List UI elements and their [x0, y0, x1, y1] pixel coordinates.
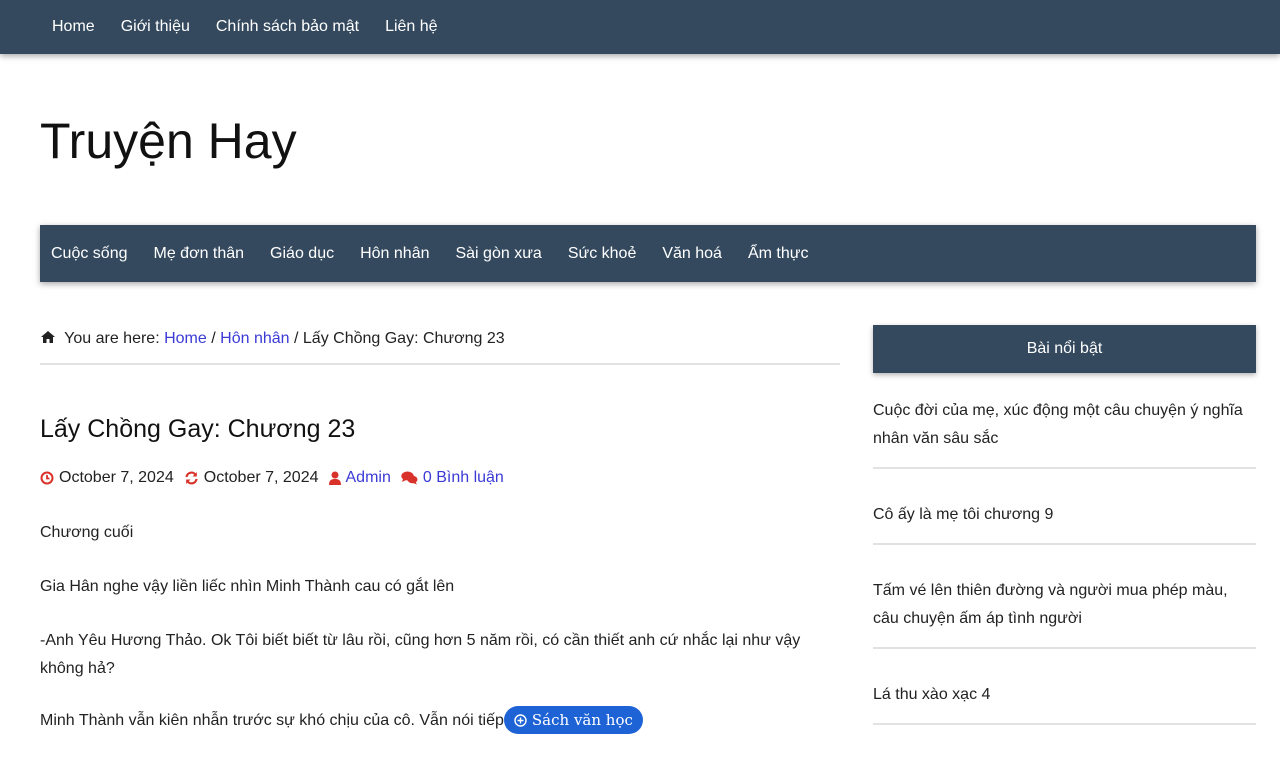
top-nav-link[interactable]: Liên hệ — [385, 18, 438, 35]
paragraph: -Anh Yêu Hương Thảo. Ok Tôi biết biết từ… — [40, 632, 801, 677]
category-item[interactable]: Sài gòn xưa — [455, 245, 541, 263]
breadcrumb-separator: / — [211, 330, 216, 347]
featured-post-link[interactable]: Lá thu xào xạc 4 — [873, 686, 990, 703]
paragraph: Chương cuối — [40, 524, 134, 541]
category-link[interactable]: Mẹ đơn thân — [154, 245, 245, 262]
published-date-text: October 7, 2024 — [59, 469, 174, 486]
featured-post-item[interactable]: Cuộc đời của mẹ, xúc động một câu chuyện… — [873, 397, 1256, 469]
featured-post-item[interactable]: Tấm vé lên thiên đường và người mua phép… — [873, 577, 1256, 649]
category-link[interactable]: Ẩm thực — [748, 245, 809, 262]
top-nav-item-home[interactable]: Home — [52, 18, 95, 36]
top-navigation: Home Giới thiệu Chính sách bảo mật Liên … — [0, 0, 1280, 54]
featured-post-item[interactable]: Cô ấy là mẹ tôi chương 9 — [873, 501, 1256, 545]
book-tag-label: Sách văn học — [531, 711, 633, 729]
published-date: October 7, 2024 — [40, 469, 174, 487]
main-content: You are here: Home / Hôn nhân / Lấy Chồn… — [40, 325, 840, 761]
category-link[interactable]: Sức khoẻ — [568, 245, 637, 262]
top-nav-item-about[interactable]: Giới thiệu — [121, 18, 190, 36]
featured-post-item[interactable]: Lá thu xào xạc 4 — [873, 681, 1256, 725]
featured-posts-title: Bài nổi bật — [873, 325, 1256, 373]
paragraph: Minh Thành vẫn kiên nhẫn trước sự khó ch… — [40, 706, 840, 735]
category-link[interactable]: Văn hoá — [662, 245, 722, 262]
clock-icon — [40, 471, 54, 485]
category-link[interactable]: Giáo dục — [270, 245, 334, 262]
top-nav-list: Home Giới thiệu Chính sách bảo mật Liên … — [0, 0, 1280, 54]
top-nav-item-privacy[interactable]: Chính sách bảo mật — [216, 18, 359, 36]
home-icon — [41, 331, 55, 343]
breadcrumb-separator: / — [293, 330, 299, 347]
category-item[interactable]: Mẹ đơn thân — [154, 245, 245, 263]
featured-post-link[interactable]: Cuộc đời của mẹ, xúc động một câu chuyện… — [873, 402, 1243, 447]
site-title[interactable]: Truyện Hay — [40, 111, 297, 171]
paragraph-text: Minh Thành vẫn kiên nhẫn trước sự khó ch… — [40, 712, 504, 730]
plus-circle-icon — [514, 713, 527, 727]
category-item[interactable]: Sức khoẻ — [568, 245, 637, 263]
comments-link[interactable]: 0 Bình luận — [423, 469, 504, 487]
refresh-icon — [185, 471, 198, 485]
top-nav-link[interactable]: Giới thiệu — [121, 18, 190, 35]
featured-posts-list: Cuộc đời của mẹ, xúc động một câu chuyện… — [873, 397, 1256, 725]
category-item[interactable]: Ẩm thực — [748, 245, 809, 263]
category-item[interactable]: Văn hoá — [662, 245, 722, 263]
category-item[interactable]: Cuộc sống — [51, 245, 128, 263]
updated-date-text: October 7, 2024 — [203, 469, 319, 486]
category-link[interactable]: Cuộc sống — [51, 245, 128, 262]
post-content: Chương cuối Gia Hân nghe vậy liền liếc n… — [40, 519, 840, 735]
breadcrumb-current: Lấy Chồng Gay: Chương 23 — [302, 330, 505, 347]
breadcrumb-prefix: You are here: — [64, 330, 160, 347]
breadcrumb-category-link[interactable]: Hôn nhân — [220, 330, 289, 347]
breadcrumb-home-link[interactable]: Home — [164, 330, 207, 347]
post-meta: October 7, 2024 October 7, 2024 Admin 0 … — [40, 469, 840, 487]
author-link[interactable]: Admin — [346, 469, 391, 487]
category-nav-list: Cuộc sống Mẹ đơn thân Giáo dục Hôn nhân … — [40, 225, 1256, 282]
category-item[interactable]: Hôn nhân — [360, 245, 429, 263]
top-nav-item-contact[interactable]: Liên hệ — [385, 18, 438, 36]
paragraph: Gia Hân nghe vậy liền liếc nhìn Minh Thà… — [40, 578, 455, 595]
breadcrumb: You are here: Home / Hôn nhân / Lấy Chồn… — [40, 325, 840, 365]
sidebar: Bài nổi bật Cuộc đời của mẹ, xúc động mộ… — [873, 325, 1256, 757]
top-nav-link[interactable]: Home — [52, 18, 95, 35]
category-navigation: Cuộc sống Mẹ đơn thân Giáo dục Hôn nhân … — [40, 225, 1256, 282]
comments: 0 Bình luận — [401, 469, 504, 487]
featured-post-link[interactable]: Cô ấy là mẹ tôi chương 9 — [873, 506, 1053, 523]
post-title: Lấy Chồng Gay: Chương 23 — [40, 415, 356, 443]
category-item[interactable]: Giáo dục — [270, 245, 334, 263]
category-link[interactable]: Hôn nhân — [360, 245, 429, 262]
author: Admin — [328, 469, 391, 487]
category-link[interactable]: Sài gòn xưa — [455, 245, 541, 262]
comments-icon — [401, 471, 418, 485]
updated-date: October 7, 2024 — [184, 469, 319, 487]
featured-post-link[interactable]: Tấm vé lên thiên đường và người mua phép… — [873, 582, 1228, 627]
book-tag-button[interactable]: Sách văn học — [503, 706, 643, 734]
top-nav-link[interactable]: Chính sách bảo mật — [216, 18, 359, 35]
user-icon — [328, 471, 341, 485]
